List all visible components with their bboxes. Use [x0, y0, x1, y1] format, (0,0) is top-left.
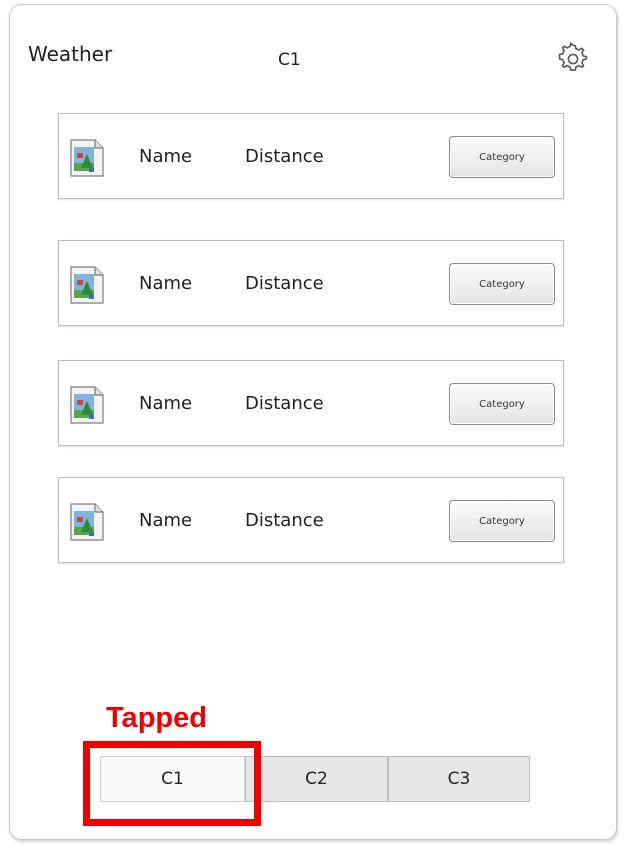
- category-button[interactable]: Category: [449, 383, 555, 425]
- list-item[interactable]: Name Distance Category: [58, 113, 564, 199]
- tab-c1[interactable]: C1: [100, 756, 245, 802]
- item-distance: Distance: [245, 393, 324, 414]
- tapped-annotation-label: Tapped: [106, 702, 207, 734]
- item-name: Name: [139, 273, 193, 294]
- image-file-icon: [70, 266, 104, 304]
- screen-label: C1: [278, 50, 301, 70]
- list-item[interactable]: Name Distance Category: [58, 360, 564, 446]
- list-item[interactable]: Name Distance Category: [58, 240, 564, 326]
- item-name: Name: [139, 146, 193, 167]
- gear-icon[interactable]: [556, 42, 590, 76]
- item-distance: Distance: [245, 273, 324, 294]
- tab-c2[interactable]: C2: [245, 756, 388, 802]
- tab-c3[interactable]: C3: [388, 756, 530, 802]
- category-button[interactable]: Category: [449, 500, 555, 542]
- category-button[interactable]: Category: [449, 263, 555, 305]
- image-file-icon: [70, 139, 104, 177]
- app-title: Weather: [28, 42, 113, 66]
- category-button[interactable]: Category: [449, 136, 555, 178]
- item-distance: Distance: [245, 146, 324, 167]
- list-item[interactable]: Name Distance Category: [58, 477, 564, 563]
- image-file-icon: [70, 386, 104, 424]
- item-name: Name: [139, 393, 193, 414]
- item-name: Name: [139, 510, 193, 531]
- item-distance: Distance: [245, 510, 324, 531]
- bottom-tab-bar: C1 C2 C3: [100, 756, 530, 804]
- image-file-icon: [70, 503, 104, 541]
